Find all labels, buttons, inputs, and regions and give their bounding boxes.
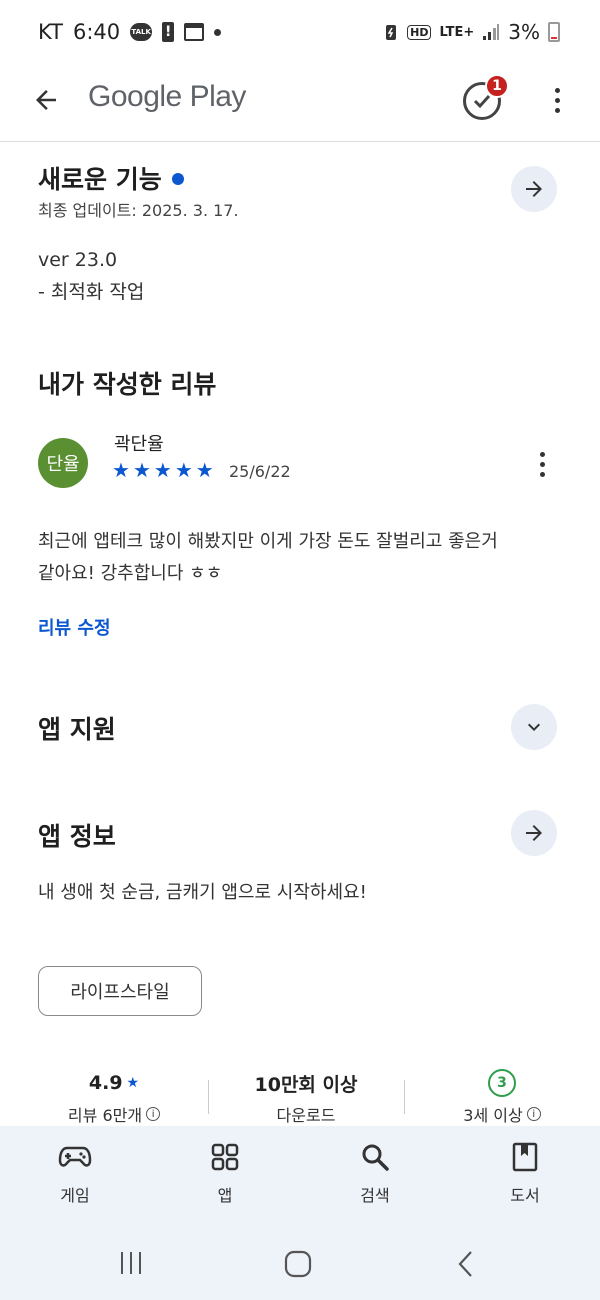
updates-button[interactable]: 1 [460,74,509,120]
back-button[interactable] [24,78,68,122]
age-label: 3세 이상 [463,1106,523,1125]
google-play-logo: Google Play [88,80,246,113]
whats-new-arrow-button[interactable] [511,166,557,212]
nav-item-apps[interactable]: 앱 [175,1126,275,1230]
clock-text: 6:40 [72,20,121,44]
stat-divider [404,1080,405,1114]
category-chip[interactable]: 라이프스타일 [38,966,202,1016]
app-support-expand-button[interactable] [511,704,557,750]
search-icon [362,1144,389,1171]
nav-item-search[interactable]: 검색 [325,1126,425,1230]
battery-percent: 3% [508,20,540,44]
app-info-arrow-button[interactable] [511,810,557,856]
review-text-line1: 최근에 앱테크 많이 해봤지만 이게 가장 돈도 잘벌리고 좋은거 [38,531,498,552]
whats-new-title: 새로운 기능 [38,160,184,196]
star-icon: ★ [195,458,214,482]
app-support-title: 앱 지원 [38,715,116,744]
app-description: 내 생애 첫 순금, 금캐기 앱으로 시작하세요! [38,882,367,903]
my-review-title: 내가 작성한 리뷰 [38,370,217,399]
status-bar: KT 6:40 TALK ! HD LTE+ 3% [0,0,600,70]
hd-icon: HD [407,24,432,40]
arrow-forward-icon [526,181,542,197]
star-icon: ★ [153,458,172,482]
battery-icon [548,22,560,42]
system-back-button[interactable] [454,1250,478,1282]
more-notifications-icon [214,28,222,36]
status-right: HD LTE+ 3% [383,20,560,44]
review-stars: ★ ★ ★ ★ ★ [112,458,214,482]
star-icon: ★ [112,458,130,482]
apps-grid-icon [211,1143,239,1171]
update-note: - 최적화 작업 [38,281,145,303]
arrow-forward-icon [526,825,542,841]
notification-badge: 1 [485,74,509,98]
rating-value: 4.9 [88,1072,123,1094]
avatar: 단율 [38,438,88,488]
age-rating-stat: 3 3세 이상 i [412,1068,592,1126]
battery-saver-icon [386,25,397,40]
age-rating-badge: 3 [488,1069,516,1097]
downloads-value: 10만회 이상 [254,1073,358,1096]
version-text: ver 23.0 [38,249,118,271]
nav-label-search: 검색 [360,1186,390,1205]
calendar-icon [184,23,205,41]
home-icon [284,1250,312,1278]
chevron-down-icon [528,723,540,731]
bottom-navigation: 게임 앱 검색 도서 [0,1126,600,1230]
nav-label-apps: 앱 [217,1186,233,1205]
downloads-label: 다운로드 [276,1106,336,1125]
star-icon: ★ [132,458,151,482]
info-icon[interactable]: i [526,1107,541,1121]
network-type: LTE+ [439,24,475,40]
edit-review-link[interactable]: 리뷰 수정 [38,614,111,640]
star-icon: ★ [174,458,193,482]
star-icon: ★ [126,1075,140,1091]
review-author: 곽단율 [114,434,164,455]
info-icon[interactable]: i [146,1107,161,1121]
rating-stat: 4.9 ★ 리뷰 6만개 i [24,1068,204,1126]
overflow-menu-button[interactable] [542,80,572,120]
new-indicator-dot [171,173,184,185]
recent-apps-icon [121,1252,141,1274]
recent-apps-button[interactable] [118,1250,144,1280]
app-info-title: 앱 정보 [38,822,116,851]
chevron-left-icon [458,1251,472,1277]
review-text-line2: 같아요! 강추합니다 ㅎㅎ [38,563,223,584]
nav-item-books[interactable]: 도서 [475,1126,575,1230]
gamepad-icon [58,1146,92,1167]
last-updated-text: 최종 업데이트: 2025. 3. 17. [38,201,239,220]
book-icon [512,1142,538,1172]
arrow-back-icon [36,90,56,110]
carrier-text: KT [38,20,63,44]
signal-icon [483,24,500,40]
downloads-stat: 10만회 이상 다운로드 [216,1068,396,1126]
system-navigation-bar [0,1230,600,1300]
top-app-bar: Google Play 1 [0,70,600,142]
review-overflow-button[interactable] [532,448,552,480]
nav-label-books: 도서 [510,1186,540,1205]
kakaotalk-icon: TALK [130,23,153,41]
whats-new-title-text: 새로운 기능 [38,165,162,194]
stat-divider [208,1080,209,1114]
status-left: KT 6:40 TALK ! [38,20,222,44]
home-button[interactable] [284,1250,312,1282]
nav-label-games: 게임 [60,1186,90,1205]
reviews-count: 리뷰 6만개 [67,1106,143,1125]
nav-item-games[interactable]: 게임 [25,1126,125,1230]
review-date: 25/6/22 [229,462,291,481]
alert-icon: ! [162,22,175,42]
